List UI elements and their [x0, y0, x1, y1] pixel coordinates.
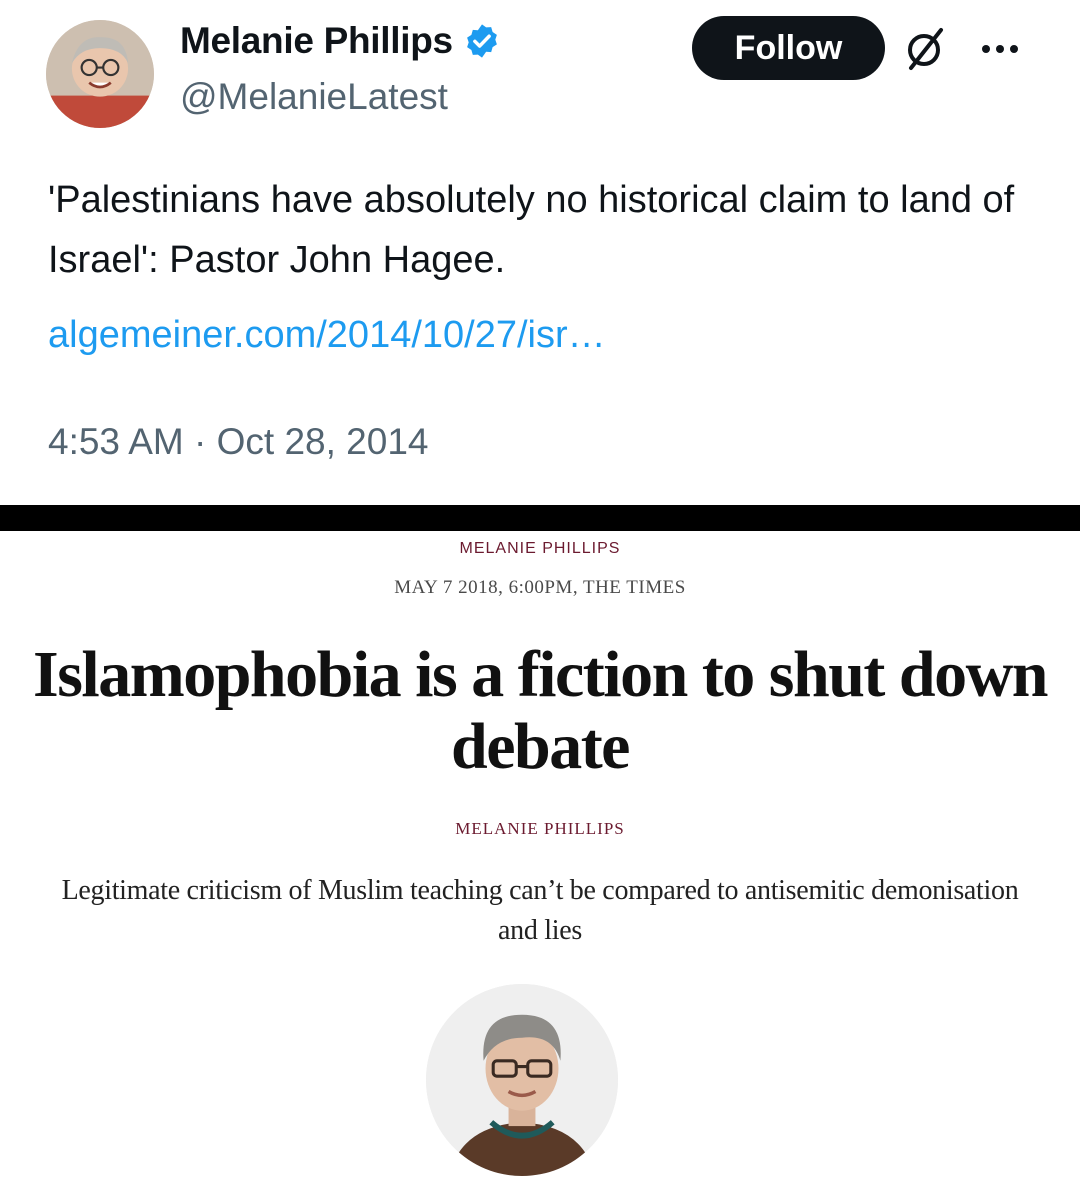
tweet-display-name[interactable]: Melanie Phillips [180, 20, 501, 62]
grok-icon[interactable] [903, 26, 947, 72]
tweet-link[interactable]: algemeiner.com/2014/10/27/isr… [48, 305, 606, 365]
article-dateline: MAY 7 2018, 6:00PM, THE TIMES [394, 577, 686, 598]
tweet-text: 'Palestinians have absolutely no histori… [48, 179, 1015, 281]
article-byline[interactable]: MELANIE PHILLIPS [0, 819, 1080, 839]
more-icon[interactable] [975, 24, 1025, 74]
tweet-author-avatar[interactable] [46, 20, 154, 128]
article-kicker[interactable]: MELANIE PHILLIPS [0, 540, 1080, 558]
article-standfirst: Legitimate criticism of Muslim teaching … [61, 875, 1019, 946]
author-photo [426, 984, 618, 1176]
tweet-handle[interactable]: @MelanieLatest [180, 76, 448, 118]
display-name-text[interactable]: Melanie Phillips [180, 20, 453, 62]
verified-badge-icon [466, 24, 497, 58]
tweet-card: Melanie Phillips @MelanieLatest Follow '… [0, 0, 1080, 505]
article-headline: Islamophobia is a fiction to shut down d… [33, 638, 1048, 783]
tweet-timestamp[interactable]: 4:53 AM · Oct 28, 2014 [48, 412, 429, 472]
follow-button[interactable]: Follow [692, 16, 885, 80]
section-divider [0, 505, 1080, 531]
article-card: MELANIE PHILLIPS MAY 7 2018, 6:00PM, THE… [0, 531, 1080, 1200]
